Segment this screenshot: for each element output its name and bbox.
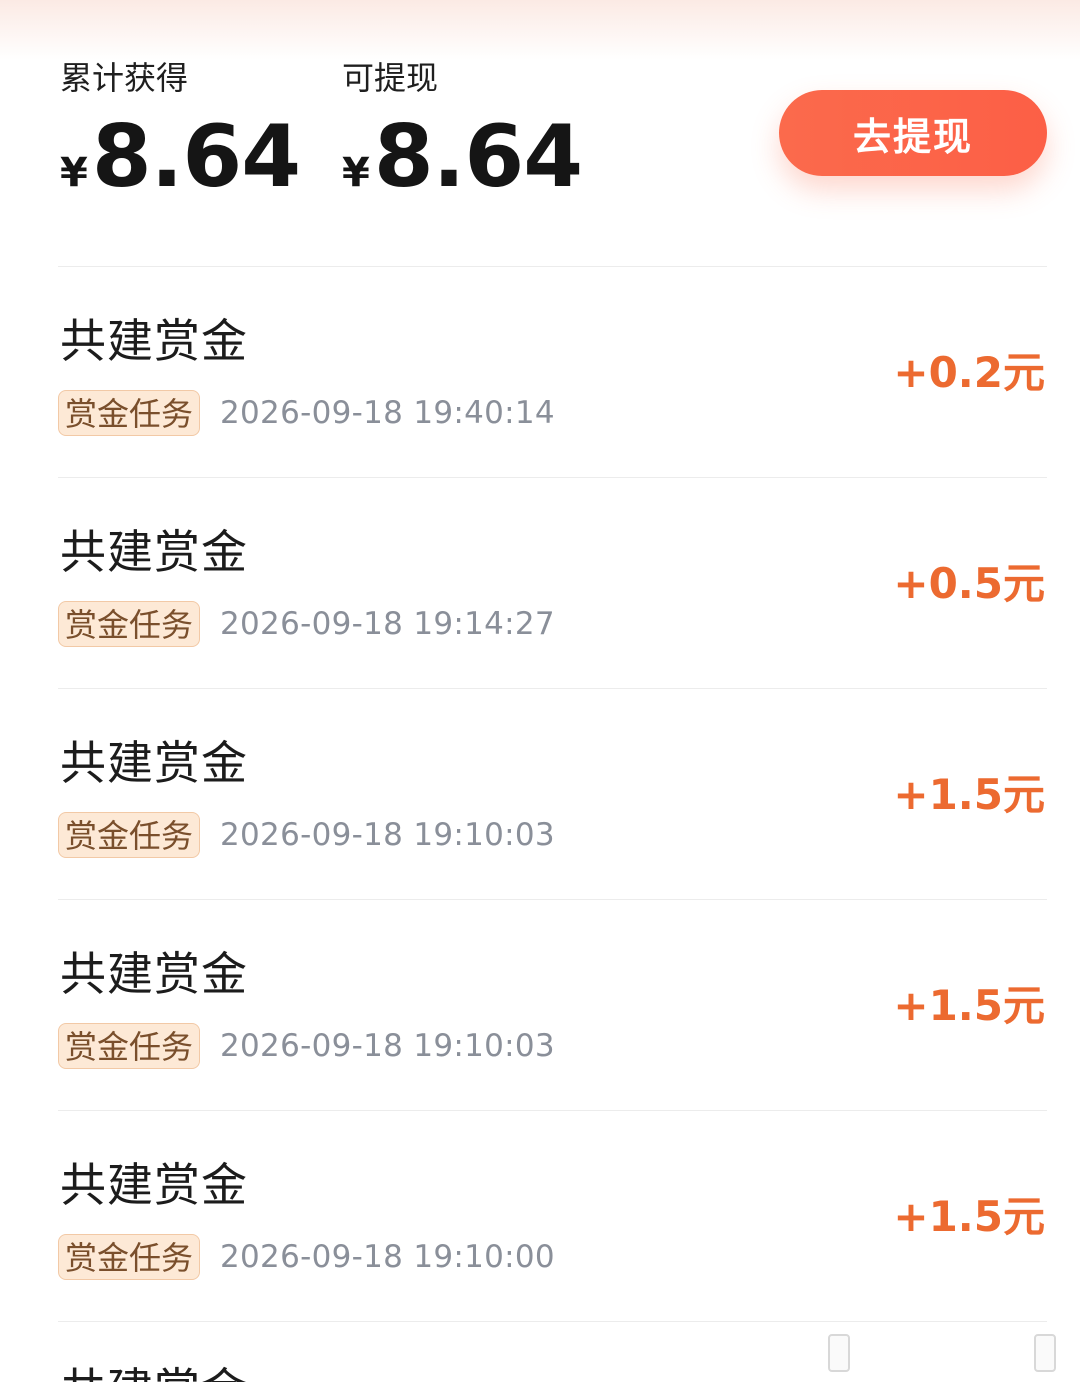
total-earned-label: 累计获得: [60, 59, 189, 97]
record-timestamp: 2026-09-18 19:10:03: [220, 1028, 555, 1064]
total-earned-stat: 累计获得 ¥ 8.64: [60, 56, 301, 207]
total-earned-amount: 8.64: [91, 107, 301, 207]
list-item-partial[interactable]: 共建赏金: [58, 1321, 1047, 1382]
record-title: 共建赏金: [60, 947, 248, 1001]
currency-symbol: ¥: [342, 150, 370, 196]
list-item[interactable]: 共建赏金 赏金任务 2026-09-18 19:40:14 +0.2元: [58, 266, 1047, 477]
record-meta: 赏金任务 2026-09-18 19:10:03: [58, 812, 555, 858]
scroll-indicator-icon: [1034, 1334, 1056, 1372]
record-tag-badge: 赏金任务: [58, 390, 201, 436]
record-meta: 赏金任务 2026-09-18 19:10:03: [58, 1023, 555, 1069]
record-amount: +0.5元: [893, 559, 1045, 608]
withdrawable-label: 可提现: [342, 59, 439, 97]
scroll-indicator-icon: [828, 1334, 850, 1372]
withdrawable-stat: 可提现 ¥ 8.64: [342, 56, 583, 207]
withdrawable-value: ¥ 8.64: [342, 107, 583, 207]
record-amount: +1.5元: [893, 770, 1045, 819]
record-title: 共建赏金: [60, 1360, 248, 1382]
record-title: 共建赏金: [60, 1158, 248, 1212]
record-tag-badge: 赏金任务: [58, 601, 201, 647]
record-timestamp: 2026-09-18 19:14:27: [220, 606, 555, 642]
list-item[interactable]: 共建赏金 赏金任务 2026-09-18 19:14:27 +0.5元: [58, 477, 1047, 688]
record-title: 共建赏金: [60, 736, 248, 790]
withdraw-button[interactable]: 去提现: [779, 90, 1047, 176]
record-timestamp: 2026-09-18 19:10:00: [220, 1239, 555, 1275]
total-earned-value: ¥ 8.64: [60, 107, 301, 207]
record-amount: +0.2元: [893, 348, 1045, 397]
record-meta: 赏金任务 2026-09-18 19:40:14: [58, 390, 555, 436]
record-amount: +1.5元: [893, 981, 1045, 1030]
record-tag-badge: 赏金任务: [58, 1234, 201, 1280]
record-meta: 赏金任务 2026-09-18 19:14:27: [58, 601, 555, 647]
record-tag-badge: 赏金任务: [58, 812, 201, 858]
record-timestamp: 2026-09-18 19:10:03: [220, 817, 555, 853]
currency-symbol: ¥: [60, 150, 88, 196]
list-item[interactable]: 共建赏金 赏金任务 2026-09-18 19:10:03 +1.5元: [58, 899, 1047, 1110]
list-item[interactable]: 共建赏金 赏金任务 2026-09-18 19:10:00 +1.5元: [58, 1110, 1047, 1321]
list-item[interactable]: 共建赏金 赏金任务 2026-09-18 19:10:03 +1.5元: [58, 688, 1047, 899]
withdrawable-amount: 8.64: [373, 107, 583, 207]
record-title: 共建赏金: [60, 314, 248, 368]
record-meta: 赏金任务 2026-09-18 19:10:00: [58, 1234, 555, 1280]
record-timestamp: 2026-09-18 19:40:14: [220, 395, 555, 431]
record-title: 共建赏金: [60, 525, 248, 579]
record-tag-badge: 赏金任务: [58, 1023, 201, 1069]
record-amount: +1.5元: [893, 1192, 1045, 1241]
earnings-summary: 累计获得 ¥ 8.64 可提现 ¥ 8.64 去提现: [0, 0, 1080, 266]
earnings-record-list: 共建赏金 赏金任务 2026-09-18 19:40:14 +0.2元 共建赏金…: [58, 266, 1047, 1382]
